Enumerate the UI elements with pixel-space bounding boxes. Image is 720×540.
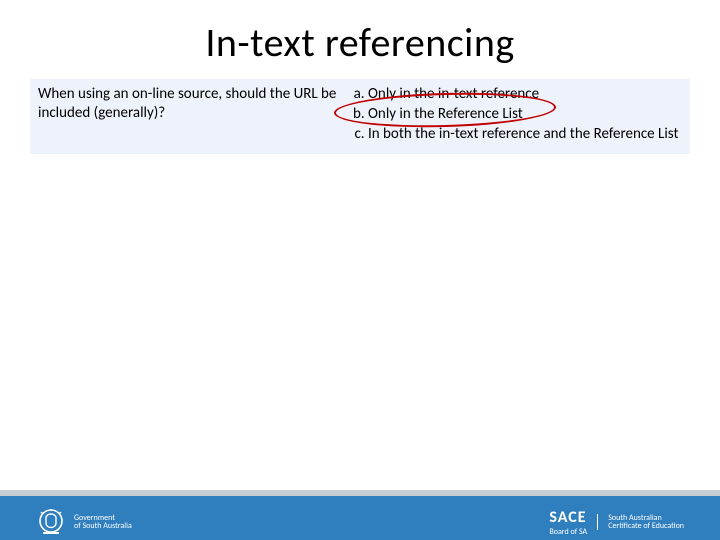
options-column: Only in the in-text reference Only in th… bbox=[346, 85, 682, 144]
option-a: Only in the in-text reference bbox=[368, 85, 682, 104]
sace-logo: SACE Board of SA South Australian Certif… bbox=[549, 508, 684, 537]
option-b: Only in the Reference List bbox=[368, 105, 682, 124]
gov-line2: of South Australia bbox=[74, 522, 132, 530]
sace-line3: Certificate of Education bbox=[608, 522, 684, 530]
sace-wordmark: SACE bbox=[549, 508, 587, 527]
sace-word-block: SACE Board of SA bbox=[549, 508, 587, 537]
question-panel: When using an on-line source, should the… bbox=[30, 79, 690, 154]
footer-blue-band: Government of South Australia SACE Board… bbox=[0, 496, 720, 540]
crest-icon bbox=[36, 507, 66, 537]
slide-title: In-text referencing bbox=[0, 18, 720, 67]
option-c: In both the in-text reference and the Re… bbox=[368, 125, 682, 144]
gov-sa-logo: Government of South Australia bbox=[36, 507, 132, 537]
footer: Government of South Australia SACE Board… bbox=[0, 490, 720, 540]
gov-sa-text: Government of South Australia bbox=[74, 514, 132, 531]
slide: In-text referencing When using an on-lin… bbox=[0, 18, 720, 540]
sace-board: Board of SA bbox=[549, 527, 587, 537]
options-list: Only in the in-text reference Only in th… bbox=[346, 85, 682, 143]
sace-subtitle: South Australian Certificate of Educatio… bbox=[597, 514, 684, 531]
question-text: When using an on-line source, should the… bbox=[38, 85, 346, 144]
